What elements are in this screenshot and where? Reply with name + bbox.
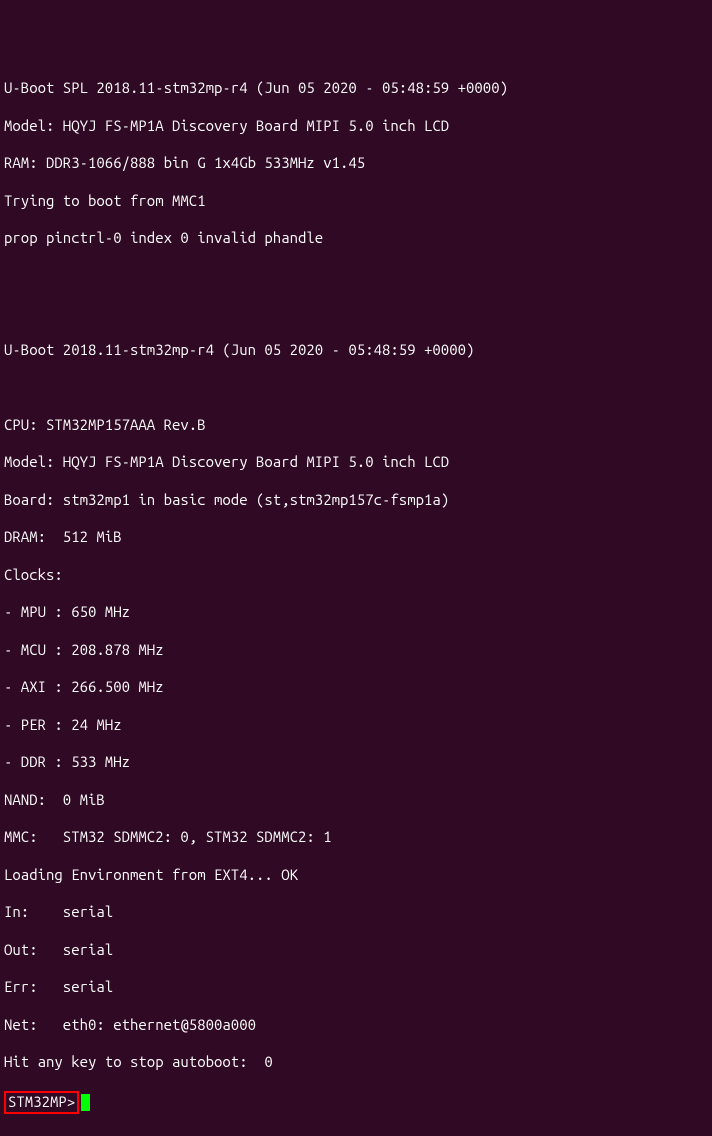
boot-line-nand: NAND: 0 MiB	[4, 791, 708, 810]
boot-line-blank	[4, 267, 708, 286]
boot-line-spl: U-Boot SPL 2018.11-stm32mp-r4 (Jun 05 20…	[4, 79, 708, 98]
boot-line-env: Loading Environment from EXT4... OK	[4, 866, 708, 885]
boot-line-per: - PER : 24 MHz	[4, 716, 708, 735]
boot-line-uboot: U-Boot 2018.11-stm32mp-r4 (Jun 05 2020 -…	[4, 341, 708, 360]
boot-line-in: In: serial	[4, 903, 708, 922]
boot-line-err: Err: serial	[4, 978, 708, 997]
cursor-block	[81, 1094, 90, 1111]
boot-line-out: Out: serial	[4, 941, 708, 960]
boot-line-board: Board: stm32mp1 in basic mode (st,stm32m…	[4, 491, 708, 510]
boot-line-cpu: CPU: STM32MP157AAA Rev.B	[4, 416, 708, 435]
prompt-line[interactable]: STM32MP>	[4, 1091, 708, 1114]
prompt-highlight: STM32MP>	[4, 1091, 79, 1114]
boot-line-axi: - AXI : 266.500 MHz	[4, 678, 708, 697]
boot-line-ddr: - DDR : 533 MHz	[4, 753, 708, 772]
boot-line-pinctrl: prop pinctrl-0 index 0 invalid phandle	[4, 229, 708, 248]
boot-line-blank	[4, 379, 708, 398]
boot-line-dram: DRAM: 512 MiB	[4, 528, 708, 547]
boot-line-mpu: - MPU : 650 MHz	[4, 603, 708, 622]
boot-line-clocks: Clocks:	[4, 566, 708, 585]
boot-line-mmc: MMC: STM32 SDMMC2: 0, STM32 SDMMC2: 1	[4, 828, 708, 847]
boot-line-blank	[4, 304, 708, 323]
boot-line-mcu: - MCU : 208.878 MHz	[4, 641, 708, 660]
boot-line-model2: Model: HQYJ FS-MP1A Discovery Board MIPI…	[4, 453, 708, 472]
boot-line-autoboot: Hit any key to stop autoboot: 0	[4, 1053, 708, 1072]
boot-line-ram: RAM: DDR3-1066/888 bin G 1x4Gb 533MHz v1…	[4, 154, 708, 173]
boot-line-model: Model: HQYJ FS-MP1A Discovery Board MIPI…	[4, 117, 708, 136]
boot-line-trying: Trying to boot from MMC1	[4, 192, 708, 211]
prompt-text: STM32MP>	[8, 1093, 75, 1110]
boot-line-net: Net: eth0: ethernet@5800a000	[4, 1016, 708, 1035]
